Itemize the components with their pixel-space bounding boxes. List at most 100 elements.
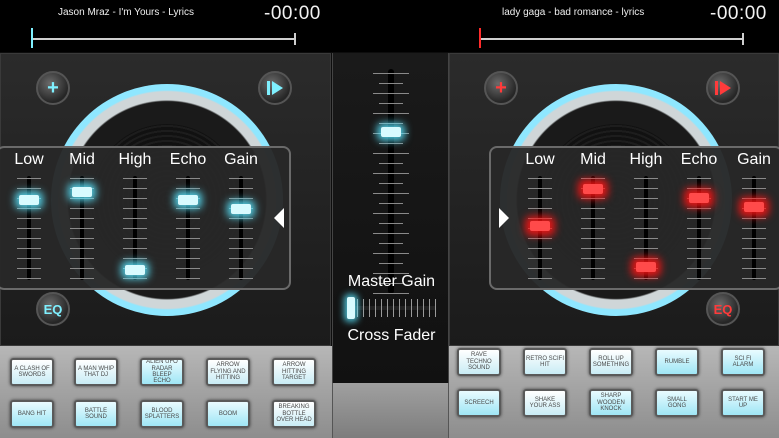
- deck-a-eq-mid-slider[interactable]: [67, 176, 97, 282]
- sample-pad[interactable]: SMALL GONG: [655, 389, 699, 417]
- sample-pad[interactable]: START ME UP: [721, 389, 765, 417]
- deck-b-add-button[interactable]: +: [484, 71, 518, 105]
- deck-b-eq-high-slider[interactable]: [631, 176, 661, 282]
- eq-slider-tick: [687, 248, 711, 249]
- sample-pad[interactable]: BANG HIT: [10, 400, 54, 428]
- deck-a-eq-high-slider[interactable]: [120, 176, 150, 282]
- deck-b-eq-panel: Low Mid High Echo Gain: [489, 146, 779, 290]
- cross-fader-tick: [363, 299, 364, 317]
- eq-slider-tick: [176, 278, 200, 279]
- eq-slider-tick: [123, 228, 147, 229]
- eq-slider-tick: [70, 228, 94, 229]
- eq-slider-tick: [634, 198, 658, 199]
- deck-b-playhead[interactable]: [479, 28, 481, 48]
- eq-slider-tick: [176, 218, 200, 219]
- eq-slider-tick: [634, 228, 658, 229]
- eq-slider-tick: [176, 228, 200, 229]
- eq-slider-knob[interactable]: [178, 194, 198, 205]
- collapse-left-arrow-icon[interactable]: [274, 208, 284, 228]
- eq-slider-tick: [742, 178, 766, 179]
- eq-slider-knob[interactable]: [583, 183, 603, 194]
- deck-b-eq-low-slider[interactable]: [525, 176, 555, 282]
- deck-a-add-button[interactable]: +: [36, 71, 70, 105]
- master-gain-slider[interactable]: [369, 69, 413, 294]
- master-gain-tick: [373, 73, 409, 74]
- deck-a-playhead[interactable]: [31, 28, 33, 48]
- eq-slider-tick: [123, 208, 147, 209]
- sample-pad[interactable]: BREAKING BOTTLE OVER HEAD: [272, 400, 316, 428]
- sample-pad[interactable]: SCREECH: [457, 389, 501, 417]
- deck-b-eq-button[interactable]: EQ: [706, 292, 740, 326]
- sample-pad[interactable]: RUMBLE: [655, 348, 699, 376]
- deck-b-eq-echo-slider[interactable]: [684, 176, 714, 282]
- deck-a-progress-bar[interactable]: [31, 33, 296, 45]
- deck-a-eq-button[interactable]: EQ: [36, 292, 70, 326]
- eq-slider-tick: [742, 268, 766, 269]
- eq-slider-tick: [229, 218, 253, 219]
- sample-pad[interactable]: ARROW FLYING AND HITTING: [206, 358, 250, 386]
- sample-pad[interactable]: RAVE TECHNO SOUND: [457, 348, 501, 376]
- sample-pad[interactable]: SHAKE YOUR ASS: [523, 389, 567, 417]
- sample-pad[interactable]: RETRO SCIFI HIT: [523, 348, 567, 376]
- deck-a-eq-panel: Low Mid High Echo Gain: [0, 146, 291, 290]
- sample-pad[interactable]: ALIEN UFO RADAR BLEEP ECHO: [140, 358, 184, 386]
- eq-slider-tick: [528, 258, 552, 259]
- deck-a-track-title: Jason Mraz - I'm Yours - Lyrics: [58, 7, 195, 18]
- deck-a-eq-low-slider[interactable]: [14, 176, 44, 282]
- eq-slider-tick: [687, 268, 711, 269]
- deck-a-time: -00:00: [264, 3, 321, 24]
- eq-slider-tick: [229, 228, 253, 229]
- cross-fader-tick: [417, 299, 418, 317]
- deck-b-eq-gain-slider[interactable]: [739, 176, 769, 282]
- sample-pad[interactable]: ARROW HITTING TARGET: [272, 358, 316, 386]
- pads-divider: [332, 383, 449, 438]
- sample-pad[interactable]: SHARP WOODEN KNOCK: [589, 389, 633, 417]
- deck-b-eq-gain-label: Gain: [737, 151, 771, 168]
- eq-slider-tick: [17, 188, 41, 189]
- sample-pad[interactable]: BLOOD SPLATTERS: [140, 400, 184, 428]
- eq-slider-tick: [581, 178, 605, 179]
- eq-slider-tick: [581, 238, 605, 239]
- master-gain-tick: [373, 113, 409, 114]
- eq-slider-tick: [229, 198, 253, 199]
- deck-a-play-button[interactable]: [258, 71, 292, 105]
- cross-fader[interactable]: [345, 297, 438, 319]
- play-pause-icon: [267, 81, 283, 95]
- eq-slider-tick: [581, 198, 605, 199]
- eq-slider-tick: [581, 268, 605, 269]
- cross-fader-knob[interactable]: [347, 297, 355, 319]
- sample-pad[interactable]: ROLL UP SOMETHING: [589, 348, 633, 376]
- cross-fader-tick: [435, 299, 436, 317]
- eq-slider-knob[interactable]: [530, 221, 550, 232]
- cross-fader-tick: [387, 299, 388, 317]
- eq-slider-knob[interactable]: [636, 262, 656, 273]
- deck-b-track-title: lady gaga - bad romance - lyrics: [502, 7, 645, 18]
- eq-slider-knob[interactable]: [72, 187, 92, 198]
- eq-slider-tick: [176, 188, 200, 189]
- collapse-right-arrow-icon[interactable]: [499, 208, 509, 228]
- master-gain-knob[interactable]: [381, 127, 401, 138]
- eq-slider-tick: [176, 178, 200, 179]
- eq-slider-knob[interactable]: [744, 202, 764, 213]
- eq-slider-knob[interactable]: [19, 194, 39, 205]
- eq-slider-knob[interactable]: [231, 204, 251, 215]
- deck-b-eq-label: EQ: [713, 301, 733, 317]
- eq-slider-knob[interactable]: [689, 192, 709, 203]
- eq-slider-tick: [528, 238, 552, 239]
- play-pause-icon: [715, 81, 731, 95]
- deck-b-eq-mid-slider[interactable]: [578, 176, 608, 282]
- sample-pad[interactable]: A MAN WHIP THAT DJ: [74, 358, 118, 386]
- eq-slider-tick: [528, 178, 552, 179]
- sample-pad[interactable]: BATTLE SOUND: [74, 400, 118, 428]
- sample-pad[interactable]: BOOM: [206, 400, 250, 428]
- deck-a-eq-echo-slider[interactable]: [173, 176, 203, 282]
- sample-pad[interactable]: SCI FI ALARM: [721, 348, 765, 376]
- deck-b-progress-bar[interactable]: [479, 33, 744, 45]
- deck-b-play-button[interactable]: [706, 71, 740, 105]
- cross-fader-tick: [411, 299, 412, 317]
- sample-pad[interactable]: A CLASH OF SWORDS: [10, 358, 54, 386]
- eq-slider-tick: [687, 238, 711, 239]
- eq-slider-knob[interactable]: [125, 265, 145, 276]
- plus-icon: +: [47, 76, 59, 99]
- deck-a-eq-gain-slider[interactable]: [226, 176, 256, 282]
